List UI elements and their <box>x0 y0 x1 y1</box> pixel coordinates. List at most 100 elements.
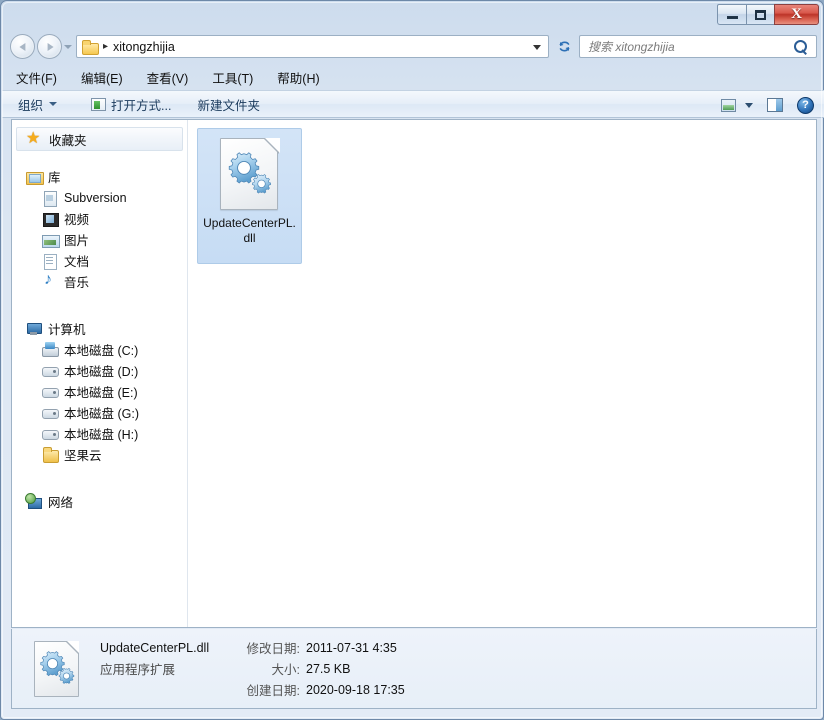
menu-item-tools[interactable]: 工具(T) <box>210 66 255 89</box>
sidebar-item-drive-d[interactable]: 本地磁盘 (D:) <box>12 360 187 381</box>
details-name-column: UpdateCenterPL.dll 应用程序扩展 <box>100 637 228 700</box>
window-controls: X <box>717 4 819 25</box>
address-bar[interactable]: ▸ xitongzhijia <box>76 35 549 58</box>
list-item-label: UpdateCenterPL.dll <box>202 216 298 246</box>
menu-item-file[interactable]: 文件(F) <box>14 66 59 89</box>
sidebar-item-music[interactable]: 音乐 <box>12 271 187 292</box>
change-view-dropdown-icon[interactable] <box>745 103 753 108</box>
minimize-button[interactable] <box>717 4 746 25</box>
sidebar-item-drive-g[interactable]: 本地磁盘 (G:) <box>12 402 187 423</box>
sidebar-item-favorites[interactable]: 收藏夹 <box>16 127 183 151</box>
search-placeholder: 搜索 xitongzhijia <box>588 38 675 55</box>
details-field-modified: 修改日期: 2011-07-31 4:35 <box>234 637 405 658</box>
toolbar-right-group: ? <box>721 91 814 119</box>
dll-file-icon <box>220 138 280 210</box>
sidebar-item-libraries[interactable]: 库 <box>12 166 187 187</box>
sidebar-label-subversion: Subversion <box>64 191 127 205</box>
forward-arrow-icon <box>47 43 53 51</box>
menu-item-help[interactable]: 帮助(H) <box>275 66 321 89</box>
file-list[interactable]: UpdateCenterPL.dll <box>188 120 816 627</box>
sidebar-item-videos[interactable]: 视频 <box>12 208 187 229</box>
sidebar-label-videos: 视频 <box>64 209 89 228</box>
details-value-modified: 2011-07-31 4:35 <box>306 641 397 655</box>
organize-button[interactable]: 组织 <box>18 95 57 114</box>
details-text: UpdateCenterPL.dll 应用程序扩展 修改日期: 2011-07-… <box>100 637 405 700</box>
drive-icon <box>42 405 58 421</box>
sidebar-item-subversion[interactable]: Subversion <box>12 187 187 208</box>
search-input[interactable]: 搜索 xitongzhijia <box>579 35 817 58</box>
toolbar: 组织 打开方式... 新建文件夹 ? <box>2 90 824 118</box>
file-corner-fold <box>67 641 79 653</box>
documents-icon <box>42 253 58 269</box>
sidebar-item-computer[interactable]: 计算机 <box>12 318 187 339</box>
sidebar-label-computer: 计算机 <box>48 319 86 338</box>
sidebar-item-network[interactable]: 网络 <box>12 491 187 512</box>
close-button[interactable]: X <box>774 4 819 25</box>
spacer <box>12 465 187 491</box>
details-field-size: 大小: 27.5 KB <box>234 658 405 679</box>
sidebar-item-drive-c[interactable]: 本地磁盘 (C:) <box>12 339 187 360</box>
maximize-icon <box>755 10 766 20</box>
details-key-modified: 修改日期: <box>234 638 300 657</box>
breadcrumb-segment-xitongzhijia[interactable]: xitongzhijia <box>113 40 175 54</box>
back-button[interactable] <box>10 34 35 59</box>
details-fields-column: 修改日期: 2011-07-31 4:35 大小: 27.5 KB 创建日期: … <box>234 637 405 700</box>
sidebar-item-drive-e[interactable]: 本地磁盘 (E:) <box>12 381 187 402</box>
chevron-down-icon[interactable] <box>533 45 541 50</box>
breadcrumb-separator[interactable]: ▸ <box>103 41 108 52</box>
open-with-button[interactable]: 打开方式... <box>91 95 171 114</box>
sidebar-label-drive-e: 本地磁盘 (E:) <box>64 382 138 401</box>
organize-label: 组织 <box>18 95 43 114</box>
library-icon <box>26 169 42 185</box>
open-with-icon <box>91 98 106 111</box>
gear-icon-small <box>58 668 75 685</box>
address-row: ▸ xitongzhijia 搜索 xitongzhijia <box>1 29 824 65</box>
menu-item-view[interactable]: 查看(V) <box>145 66 191 89</box>
refresh-icon <box>557 39 572 54</box>
menu-item-edit[interactable]: 编辑(E) <box>79 66 125 89</box>
sidebar-label-network: 网络 <box>48 492 73 511</box>
details-key-created: 创建日期: <box>234 680 300 699</box>
forward-button[interactable] <box>37 34 62 59</box>
details-value-size: 27.5 KB <box>306 662 350 676</box>
dll-file-icon <box>34 639 84 699</box>
list-item[interactable]: UpdateCenterPL.dll <box>197 128 302 264</box>
maximize-button[interactable] <box>746 4 775 25</box>
sidebar-label-music: 音乐 <box>64 272 89 291</box>
explorer-body: 收藏夹 库 Subversion 视频 图片 文档 <box>11 119 817 628</box>
spacer <box>12 292 187 318</box>
star-icon <box>27 131 43 147</box>
sidebar-label-favorites: 收藏夹 <box>49 130 87 149</box>
details-pane: UpdateCenterPL.dll 应用程序扩展 修改日期: 2011-07-… <box>11 629 817 709</box>
recent-pages-dropdown-icon[interactable] <box>64 45 72 49</box>
videos-icon <box>42 211 58 227</box>
sidebar-label-drive-c: 本地磁盘 (C:) <box>64 340 138 359</box>
sidebar-label-pictures: 图片 <box>64 230 89 249</box>
help-icon[interactable]: ? <box>797 97 814 114</box>
sidebar-item-drive-h[interactable]: 本地磁盘 (H:) <box>12 423 187 444</box>
file-corner-fold <box>265 138 280 153</box>
drive-icon <box>42 363 58 379</box>
details-field-created: 创建日期: 2020-09-18 17:35 <box>234 679 405 700</box>
chevron-down-icon <box>49 102 57 106</box>
minimize-icon <box>727 16 738 19</box>
sidebar-item-nutstore[interactable]: 坚果云 <box>12 444 187 465</box>
computer-icon <box>26 321 42 337</box>
explorer-window: X ▸ xitongzhijia 搜索 xitongzhi <box>0 0 824 720</box>
open-with-label: 打开方式... <box>111 95 171 114</box>
gear-icon-small <box>251 174 272 195</box>
details-key-size: 大小: <box>234 659 300 678</box>
pictures-icon <box>42 232 58 248</box>
sidebar-item-pictures[interactable]: 图片 <box>12 229 187 250</box>
title-bar[interactable]: X <box>1 1 824 29</box>
change-view-icon[interactable] <box>721 99 736 112</box>
new-folder-label: 新建文件夹 <box>197 95 260 114</box>
new-folder-button[interactable]: 新建文件夹 <box>197 95 260 114</box>
sidebar-item-documents[interactable]: 文档 <box>12 250 187 271</box>
show-preview-pane-icon[interactable] <box>767 98 783 112</box>
sidebar-label-drive-g: 本地磁盘 (G:) <box>64 403 139 422</box>
search-icon[interactable] <box>794 40 808 54</box>
menu-bar: 文件(F) 编辑(E) 查看(V) 工具(T) 帮助(H) <box>2 66 824 89</box>
refresh-button[interactable] <box>553 35 575 58</box>
network-icon <box>26 494 42 510</box>
